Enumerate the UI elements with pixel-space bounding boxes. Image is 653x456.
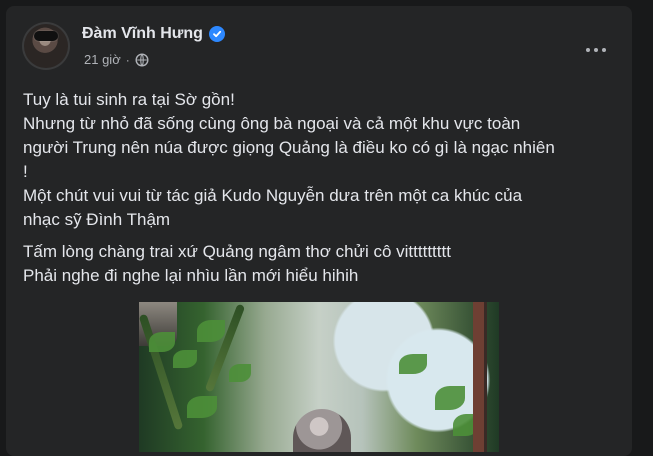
image-pole [473,302,487,452]
author-name[interactable]: Đàm Vĩnh Hưng [82,24,203,44]
image-person-hair [293,409,351,452]
post-text-line: nhạc sỹ Đình Thậm [23,210,171,229]
meta-separator: · [125,53,130,67]
more-options-button[interactable] [582,40,610,60]
more-options-icon-dot [602,48,606,52]
verified-badge-icon [208,26,225,42]
image-leaf [149,332,175,352]
more-options-icon [586,48,590,52]
post-image[interactable] [139,302,499,452]
post-text-line: Phải nghe đi nghe lại nhìu lần mới hiểu … [23,266,359,285]
post-text-line: Tấm lòng chàng trai xứ Quảng ngâm thơ ch… [23,242,451,261]
post-text-line: Tuy là tui sinh ra tại Sờ gồn! [23,90,235,109]
post-text-line: Một chút vui vui từ tác giả Kudo Nguyễn … [23,186,523,205]
image-leaf [187,396,217,418]
image-leaf [399,354,427,374]
post-text-line: ! [23,162,28,181]
image-leaf [435,386,465,410]
facebook-post-card: Đàm Vĩnh Hưng 21 giờ · Tuy là tui sinh r… [6,6,632,456]
image-leaf [197,320,225,342]
globe-icon[interactable] [135,53,149,67]
image-leaf [173,350,197,368]
post-text: Tuy là tui sinh ra tại Sờ gồn! Nhưng từ … [23,88,623,288]
post-timestamp[interactable]: 21 giờ [84,52,121,68]
author-avatar[interactable] [22,22,70,70]
author-name-row: Đàm Vĩnh Hưng [82,24,225,44]
more-options-icon-dot [594,48,598,52]
post-text-line: Nhưng từ nhỏ đã sống cùng ông bà ngoại v… [23,114,521,133]
post-meta: 21 giờ · [84,52,149,68]
image-leaf [229,364,251,382]
post-text-line: người Trung nên núa được giọng Quảng là … [23,138,555,157]
